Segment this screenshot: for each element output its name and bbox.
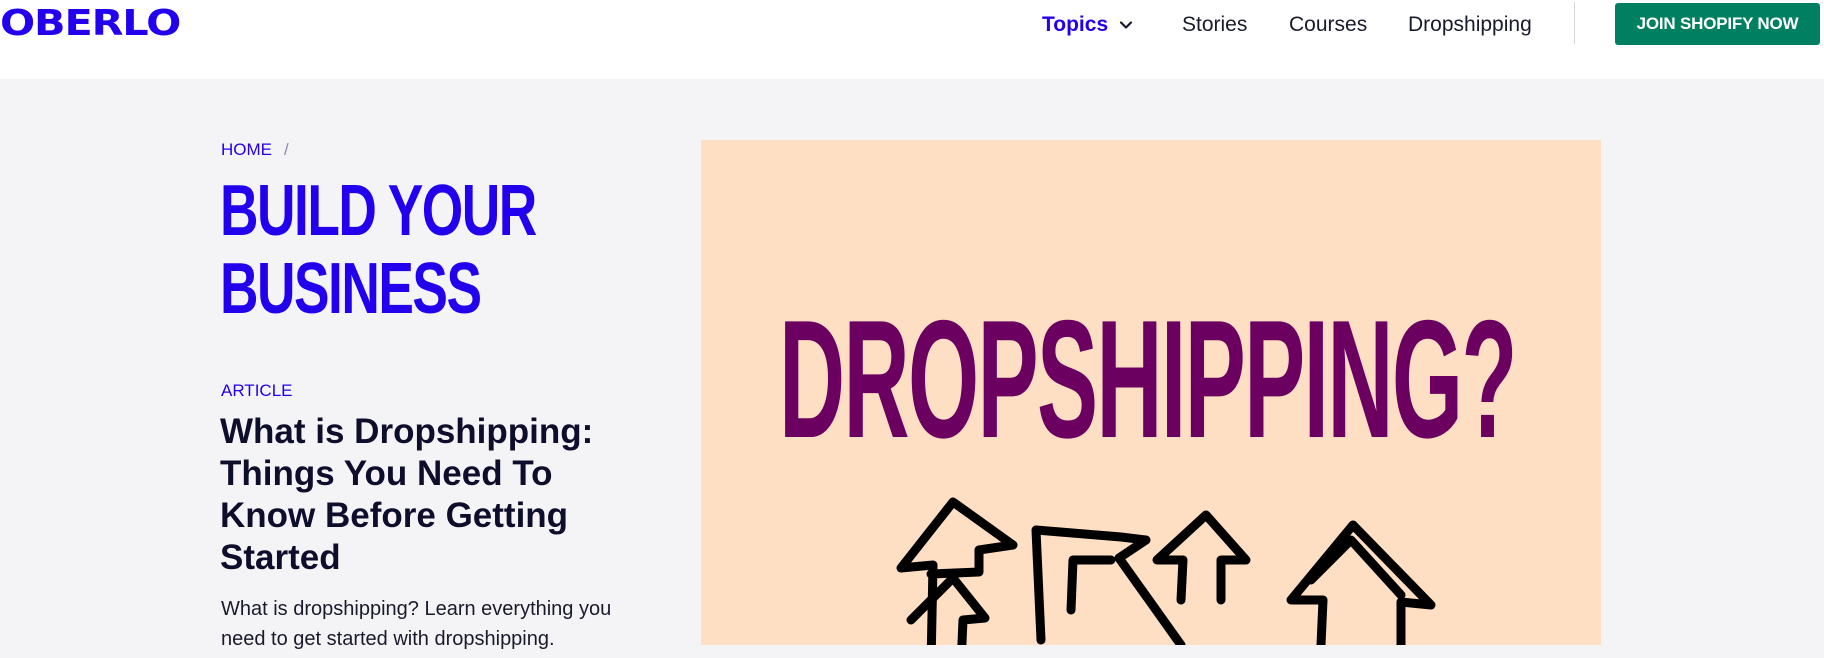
hero-image: DROPSHIPPING? xyxy=(701,140,1601,645)
nav-topics-label: Topics xyxy=(1042,13,1109,36)
category-title-line-2: BUSINESS xyxy=(220,249,482,329)
arrow-icon xyxy=(1066,555,1116,615)
join-shopify-button[interactable]: JOIN SHOPIFY NOW xyxy=(1615,3,1820,45)
nav-topics[interactable]: Topics xyxy=(1042,12,1134,38)
arrow-icon xyxy=(906,573,990,645)
arrow-icon xyxy=(896,497,1018,645)
article-description: What is dropshipping? Learn everything y… xyxy=(221,598,612,650)
oberlo-logo[interactable]: OBERLO xyxy=(0,2,181,46)
nav-dropshipping[interactable]: Dropshipping xyxy=(1408,12,1532,38)
arrows-illustration xyxy=(896,497,1436,645)
chevron-down-icon xyxy=(1120,21,1133,29)
breadcrumb: HOME / xyxy=(221,139,289,161)
article-title[interactable]: What is Dropshipping: Things You Need To… xyxy=(220,411,640,579)
breadcrumb-separator: / xyxy=(284,140,289,159)
nav-courses[interactable]: Courses xyxy=(1289,12,1367,38)
arrow-icon xyxy=(1286,520,1436,645)
nav-stories[interactable]: Stories xyxy=(1182,12,1247,38)
arrow-icon xyxy=(1152,510,1251,605)
arrow-icon xyxy=(1306,535,1406,600)
breadcrumb-home[interactable]: HOME xyxy=(221,139,272,161)
site-header: OBERLO Topics Stories Courses Dropshippi… xyxy=(0,0,1824,79)
category-title: BUILD YOUR BUSINESS xyxy=(220,171,537,329)
arrow-icon xyxy=(1031,525,1186,645)
article-label: ARTICLE xyxy=(221,381,293,400)
category-title-line-1: BUILD YOUR xyxy=(220,171,537,251)
nav-divider xyxy=(1574,2,1575,44)
